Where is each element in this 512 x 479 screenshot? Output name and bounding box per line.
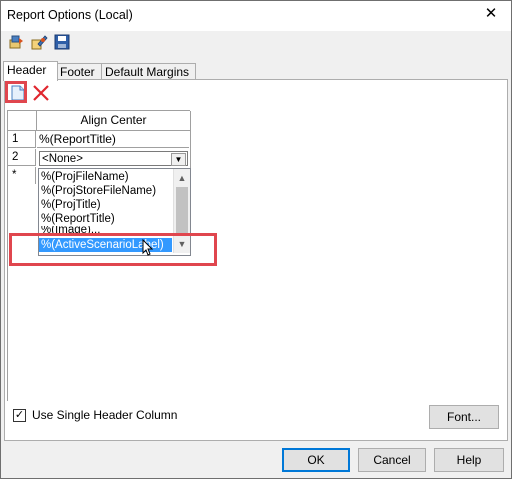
row-number[interactable]: 1	[8, 131, 36, 148]
list-item[interactable]: %(ProjFileName)	[39, 170, 172, 184]
cancel-button[interactable]: Cancel	[358, 448, 426, 472]
chevron-down-icon[interactable]: ▼	[171, 153, 186, 166]
scrollbar-thumb[interactable]	[176, 187, 188, 233]
field-dropdown-list: %(ProjFileName) %(ProjStoreFileName) %(P…	[38, 168, 191, 256]
tab-default-margins[interactable]: Default Margins	[101, 63, 196, 80]
tab-footer[interactable]: Footer	[56, 63, 102, 80]
column-header-align-center[interactable]: Align Center	[36, 111, 190, 131]
open-icon[interactable]	[7, 33, 25, 51]
row-number[interactable]: 2	[8, 149, 36, 166]
combobox-value: <None>	[42, 153, 83, 165]
save-icon[interactable]	[53, 33, 71, 51]
grid-cell[interactable]: %(ReportTitle)	[37, 131, 189, 148]
new-page-icon[interactable]	[9, 84, 27, 102]
list-item[interactable]: %(Image)...	[39, 226, 172, 236]
report-options-dialog: Report Options (Local) ✕ Header Footer D…	[0, 0, 512, 479]
list-item[interactable]: %(ProjStoreFileName)	[39, 184, 172, 198]
close-icon[interactable]: ✕	[481, 4, 501, 24]
delete-icon[interactable]	[32, 84, 50, 102]
dropdown-scrollbar[interactable]: ▲ ▼	[173, 169, 190, 253]
single-header-label: Use Single Header Column	[32, 408, 178, 422]
chevron-up-icon[interactable]: ▲	[177, 173, 187, 183]
header-field-combobox[interactable]: <None> ▼	[39, 151, 188, 166]
mouse-cursor-icon	[142, 238, 154, 257]
edit-icon[interactable]	[30, 33, 48, 51]
row-number[interactable]: *	[8, 167, 36, 184]
grid-right-border	[190, 111, 191, 171]
help-button[interactable]: Help	[434, 448, 504, 472]
list-item[interactable]: %(ReportTitle)	[39, 212, 172, 226]
title-bar: Report Options (Local) ✕	[1, 1, 511, 31]
window-title: Report Options (Local)	[7, 8, 133, 22]
list-item[interactable]: %(ProjTitle)	[39, 198, 172, 212]
tab-header[interactable]: Header	[3, 61, 58, 81]
ok-button[interactable]: OK	[282, 448, 350, 472]
grid-corner	[8, 111, 36, 131]
chevron-down-icon[interactable]: ▼	[177, 239, 187, 249]
font-button[interactable]: Font...	[429, 405, 499, 429]
single-header-checkbox[interactable]: ✓	[13, 409, 26, 422]
